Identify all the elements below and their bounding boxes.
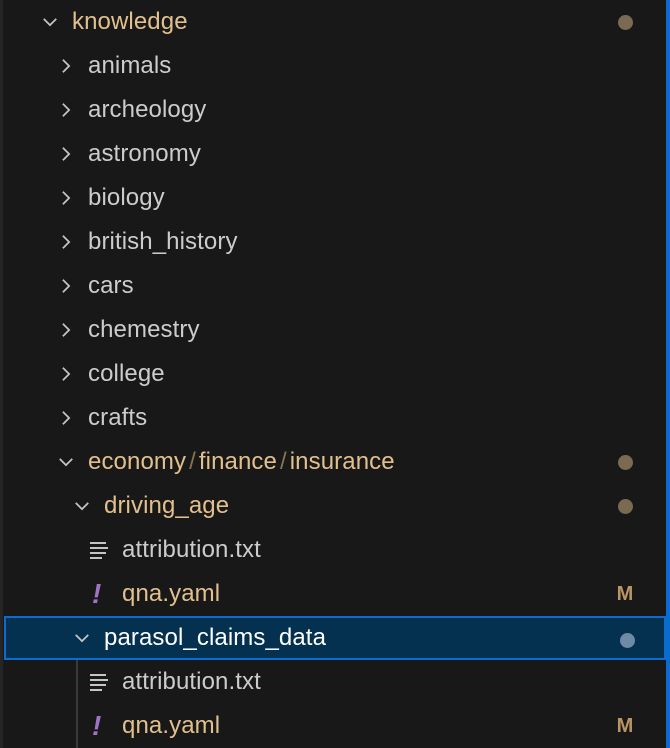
folder-label: crafts [88,404,148,431]
folder-label: driving_age [104,492,230,519]
tree-item-folder[interactable]: animals [0,44,666,88]
path-segment-finance[interactable]: finance [199,448,277,475]
folder-label: chemestry [88,316,200,343]
compact-folder-label: economy / finance / insurance [88,448,395,476]
file-label: qna.yaml [122,712,221,739]
indent-guide [76,660,78,704]
yaml-exclamation-icon: ! [92,578,102,609]
text-file-icon [90,660,122,704]
chevron-right-icon[interactable] [52,308,80,352]
git-status-badge: M [616,714,634,737]
indent-guide [76,704,78,748]
tree-item-knowledge[interactable]: knowledge [0,0,666,44]
focus-border [666,0,670,748]
tree-item-economy-finance-insurance[interactable]: economy / finance / insurance [0,440,666,484]
dot-icon [617,14,633,30]
git-status-badge: M [616,582,634,605]
chevron-down-icon[interactable] [68,616,96,660]
tree-item-folder[interactable]: chemestry [0,308,666,352]
tree-item-file[interactable]: ! qna.yaml M [0,572,666,616]
folder-label: knowledge [72,8,188,35]
folder-label: college [88,360,165,387]
tree-item-folder[interactable]: archeology [0,88,666,132]
chevron-right-icon[interactable] [52,176,80,220]
tree-item-driving-age[interactable]: driving_age [0,484,666,528]
modified-dot-badge [610,484,640,528]
path-segment-insurance[interactable]: insurance [290,448,395,475]
path-separator: / [279,448,287,475]
chevron-down-icon[interactable] [68,484,96,528]
modified-dot-badge [610,0,640,44]
folder-label: archeology [88,96,207,123]
folder-label: cars [88,272,134,299]
dot-icon [617,498,633,514]
chevron-right-icon[interactable] [52,352,80,396]
dot-icon [619,632,635,648]
tree-item-folder[interactable]: crafts [0,396,666,440]
chevron-right-icon[interactable] [52,220,80,264]
file-label: attribution.txt [122,668,261,695]
dot-icon [617,454,633,470]
folder-label: parasol_claims_data [104,624,327,651]
tree-item-file[interactable]: attribution.txt [0,528,666,572]
chevron-right-icon[interactable] [52,396,80,440]
file-label: attribution.txt [122,536,261,563]
tree-item-folder[interactable]: college [0,352,666,396]
tree-item-folder[interactable]: astronomy [0,132,666,176]
yaml-exclamation-icon: ! [92,710,102,741]
path-separator: / [189,448,196,475]
folder-label: astronomy [88,140,201,167]
tree-item-parasol-claims-data[interactable]: parasol_claims_data [4,616,666,660]
modified-dot-badge [610,440,640,484]
folder-label: biology [88,184,165,211]
tree-item-folder[interactable]: cars [0,264,666,308]
chevron-down-icon[interactable] [52,440,80,484]
chevron-right-icon[interactable] [52,88,80,132]
chevron-down-icon[interactable] [36,0,64,44]
file-label: qna.yaml [122,580,221,607]
tree-item-file[interactable]: ! qna.yaml M [0,704,666,748]
text-file-icon [90,528,122,572]
tree-item-folder[interactable]: british_history [0,220,666,264]
tree-item-folder[interactable]: biology [0,176,666,220]
path-segment-economy[interactable]: economy [88,448,186,475]
chevron-right-icon[interactable] [52,264,80,308]
folder-label: animals [88,52,172,79]
chevron-right-icon[interactable] [52,132,80,176]
tree-item-file[interactable]: attribution.txt [0,660,666,704]
modified-dot-badge [612,618,642,662]
chevron-right-icon[interactable] [52,44,80,88]
explorer-tree: knowledge animals archeology astronomy biol… [0,0,666,748]
folder-label: british_history [88,228,238,255]
